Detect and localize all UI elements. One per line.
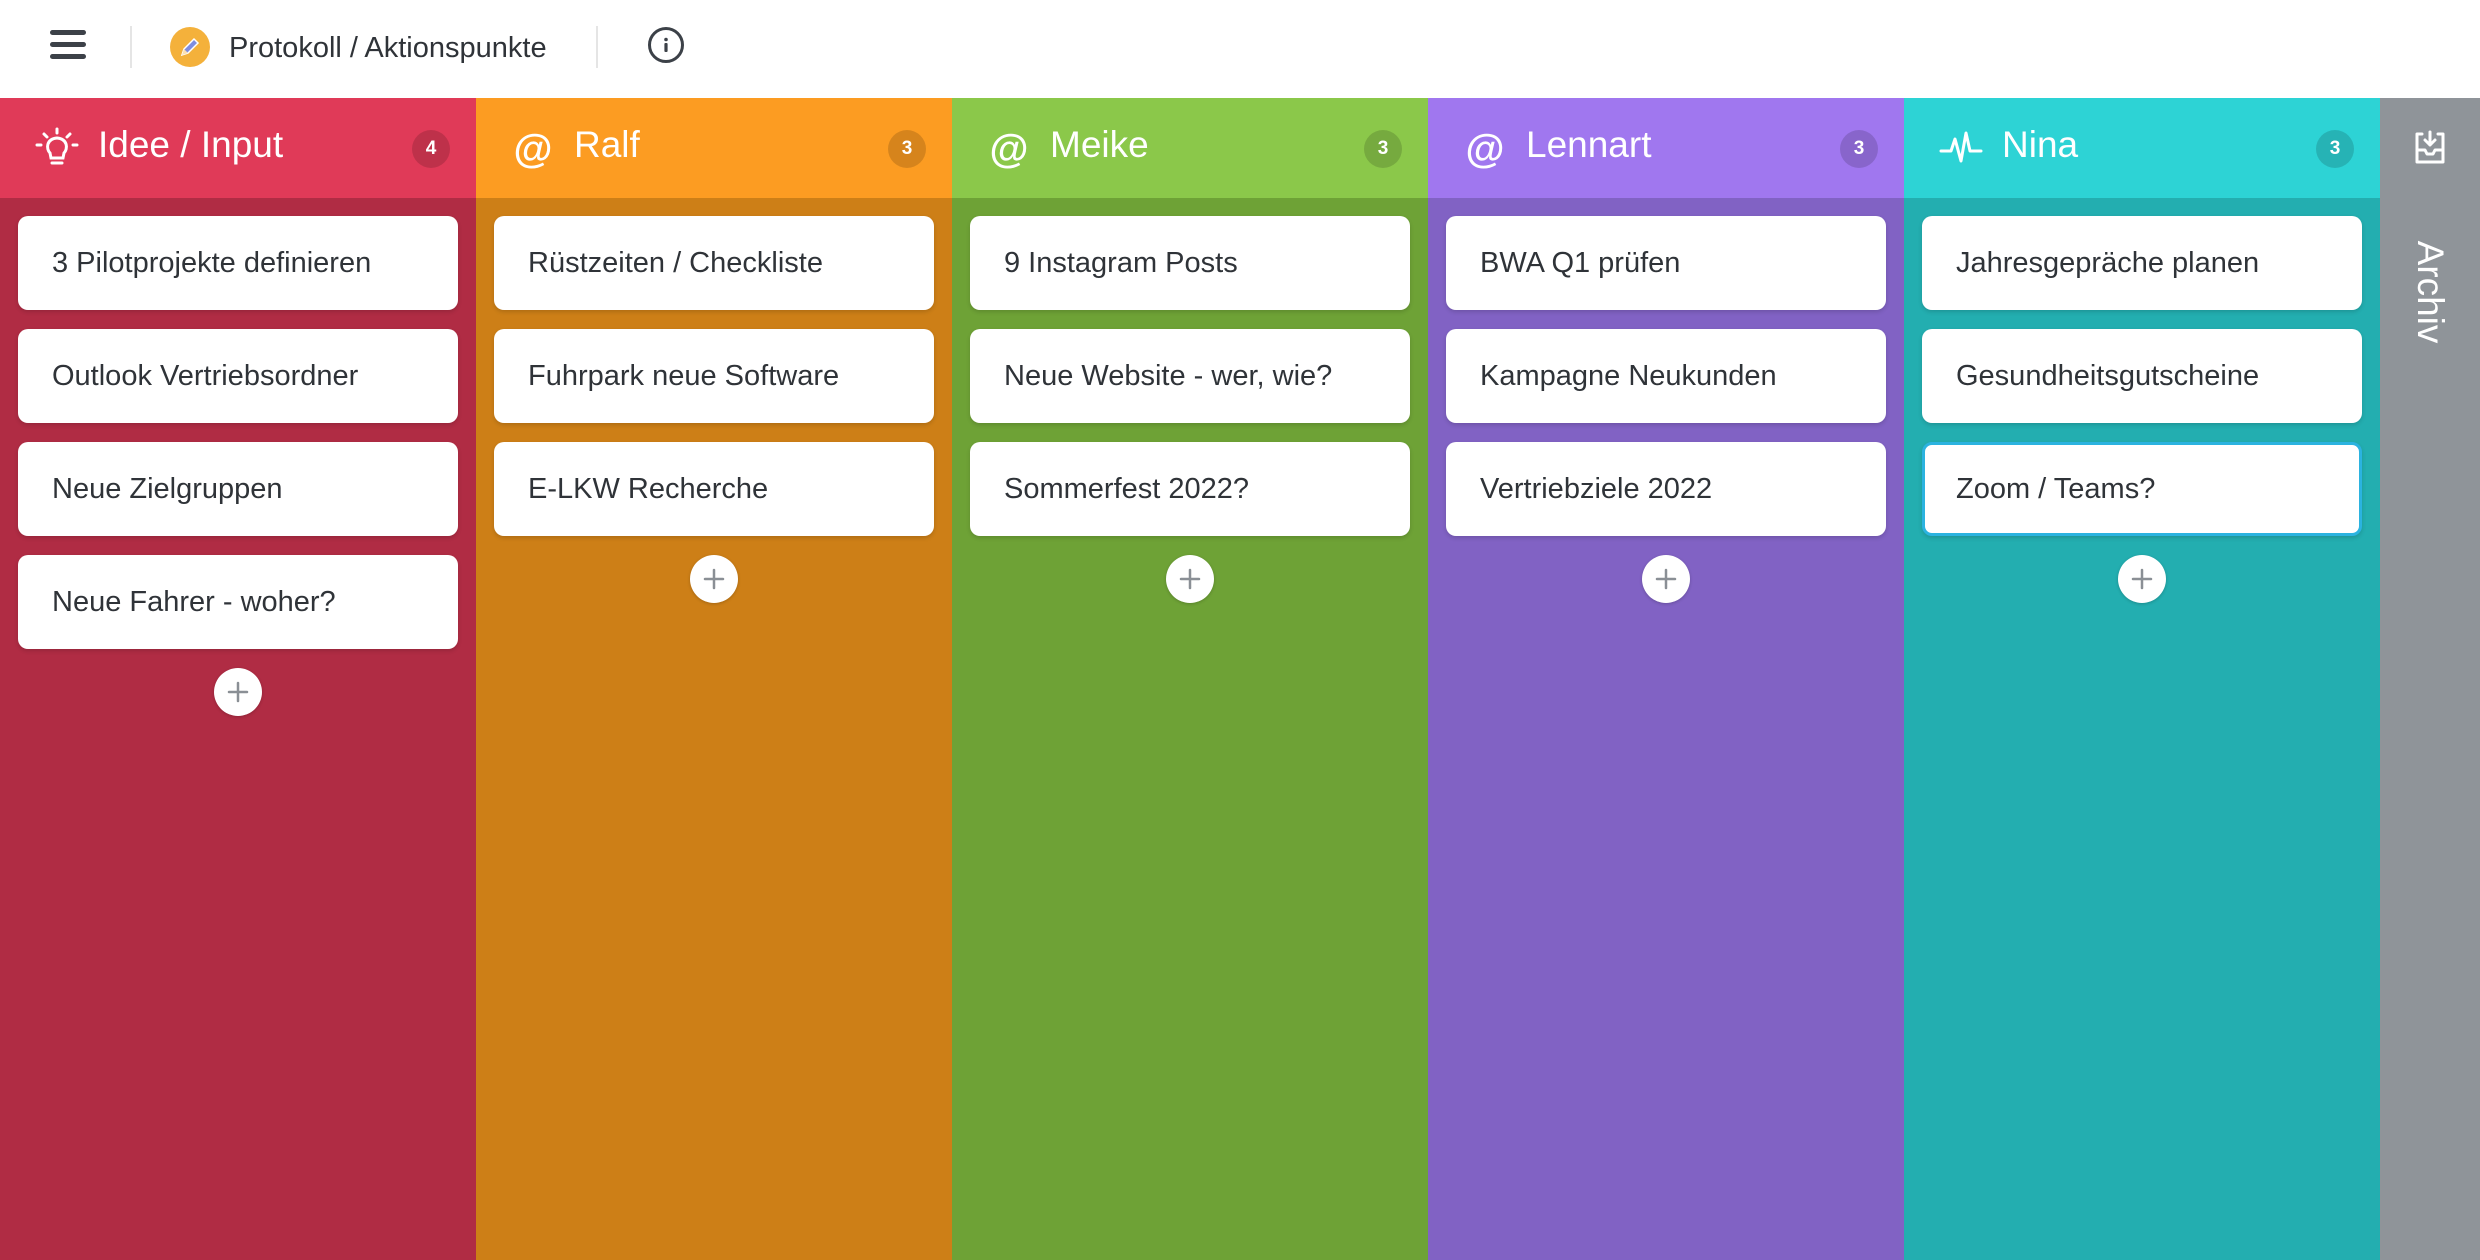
top-bar: Protokoll / Aktionspunkte bbox=[0, 0, 2480, 98]
add-card-button[interactable] bbox=[1166, 555, 1214, 603]
column-lennart: @ Lennart 3 BWA Q1 prüfen Kampagne Neuku… bbox=[1428, 98, 1904, 1260]
at-icon: @ bbox=[989, 127, 1029, 171]
card[interactable]: 9 Instagram Posts bbox=[970, 216, 1410, 310]
column-title: Meike bbox=[1050, 124, 1149, 165]
info-icon[interactable] bbox=[648, 27, 684, 63]
column-title: Nina bbox=[2002, 124, 2079, 165]
column-header[interactable]: @ Meike 3 bbox=[952, 98, 1428, 198]
column-header[interactable]: Nina 3 bbox=[1904, 98, 2380, 198]
pulse-icon bbox=[1938, 126, 1984, 172]
hamburger-menu-icon[interactable] bbox=[50, 26, 92, 66]
board-title[interactable]: Protokoll / Aktionspunkte bbox=[229, 28, 547, 68]
card-count-badge: 3 bbox=[888, 130, 926, 168]
column-idee-input: Idee / Input 4 3 Pilotprojekte definiere… bbox=[0, 98, 476, 1260]
card-count-badge: 3 bbox=[2316, 130, 2354, 168]
column-ralf: @ Ralf 3 Rüstzeiten / Checkliste Fuhrpar… bbox=[476, 98, 952, 1260]
column-meike: @ Meike 3 9 Instagram Posts Neue Website… bbox=[952, 98, 1428, 1260]
card[interactable]: Jahresgepräche planen bbox=[1922, 216, 2362, 310]
card[interactable]: Neue Zielgruppen bbox=[18, 442, 458, 536]
divider bbox=[130, 26, 132, 68]
card-count-badge: 3 bbox=[1840, 130, 1878, 168]
card[interactable]: Gesundheitsgutscheine bbox=[1922, 329, 2362, 423]
plus-icon bbox=[2131, 568, 2153, 590]
divider bbox=[596, 26, 598, 68]
archive-label: Archiv bbox=[2410, 240, 2451, 344]
card[interactable]: Neue Fahrer - woher? bbox=[18, 555, 458, 649]
column-body: 9 Instagram Posts Neue Website - wer, wi… bbox=[952, 198, 1428, 1260]
add-card-button[interactable] bbox=[214, 668, 262, 716]
column-nina: Nina 3 Jahresgepräche planen Gesundheits… bbox=[1904, 98, 2380, 1260]
plus-icon bbox=[227, 681, 249, 703]
card[interactable]: Kampagne Neukunden bbox=[1446, 329, 1886, 423]
column-header[interactable]: @ Ralf 3 bbox=[476, 98, 952, 198]
card[interactable]: Fuhrpark neue Software bbox=[494, 329, 934, 423]
column-body: Rüstzeiten / Checkliste Fuhrpark neue So… bbox=[476, 198, 952, 1260]
at-icon: @ bbox=[1465, 127, 1505, 171]
pencil-emoji-icon bbox=[170, 27, 210, 67]
plus-icon bbox=[1179, 568, 1201, 590]
card[interactable]: 3 Pilotprojekte definieren bbox=[18, 216, 458, 310]
plus-icon bbox=[703, 568, 725, 590]
plus-icon bbox=[1655, 568, 1677, 590]
column-body: BWA Q1 prüfen Kampagne Neukunden Vertrie… bbox=[1428, 198, 1904, 1260]
card[interactable]: Neue Website - wer, wie? bbox=[970, 329, 1410, 423]
card-count-badge: 3 bbox=[1364, 130, 1402, 168]
card[interactable]: Outlook Vertriebsordner bbox=[18, 329, 458, 423]
add-card-button[interactable] bbox=[2118, 555, 2166, 603]
archive-download-icon bbox=[2415, 130, 2445, 164]
at-icon: @ bbox=[513, 127, 553, 171]
column-header[interactable]: Idee / Input 4 bbox=[0, 98, 476, 198]
card[interactable]: BWA Q1 prüfen bbox=[1446, 216, 1886, 310]
add-card-button[interactable] bbox=[1642, 555, 1690, 603]
column-title: Ralf bbox=[574, 124, 640, 165]
lightbulb-icon bbox=[34, 126, 80, 172]
archive-panel[interactable]: Archiv bbox=[2380, 98, 2480, 1260]
card[interactable]: Vertriebziele 2022 bbox=[1446, 442, 1886, 536]
column-body: 3 Pilotprojekte definieren Outlook Vertr… bbox=[0, 198, 476, 1260]
card[interactable]: E-LKW Recherche bbox=[494, 442, 934, 536]
card-selected[interactable]: Zoom / Teams? bbox=[1922, 442, 2362, 536]
add-card-button[interactable] bbox=[690, 555, 738, 603]
card[interactable]: Sommerfest 2022? bbox=[970, 442, 1410, 536]
column-title: Idee / Input bbox=[98, 124, 284, 165]
column-body: Jahresgepräche planen Gesundheitsgutsche… bbox=[1904, 198, 2380, 1260]
card[interactable]: Rüstzeiten / Checkliste bbox=[494, 216, 934, 310]
column-header[interactable]: @ Lennart 3 bbox=[1428, 98, 1904, 198]
column-title: Lennart bbox=[1526, 124, 1652, 165]
card-count-badge: 4 bbox=[412, 130, 450, 168]
